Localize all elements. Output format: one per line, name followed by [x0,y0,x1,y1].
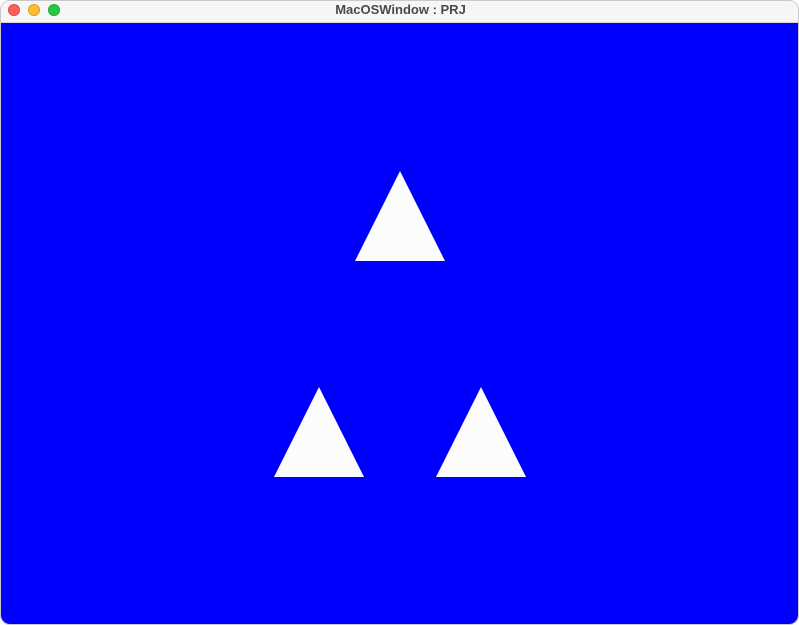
title-bar[interactable]: MacOSWindow : PRJ [1,1,798,23]
canvas-background [1,23,798,624]
canvas-svg [1,23,798,624]
app-window: MacOSWindow : PRJ [0,0,799,625]
window-title: MacOSWindow : PRJ [335,2,466,17]
render-canvas[interactable] [1,23,798,624]
